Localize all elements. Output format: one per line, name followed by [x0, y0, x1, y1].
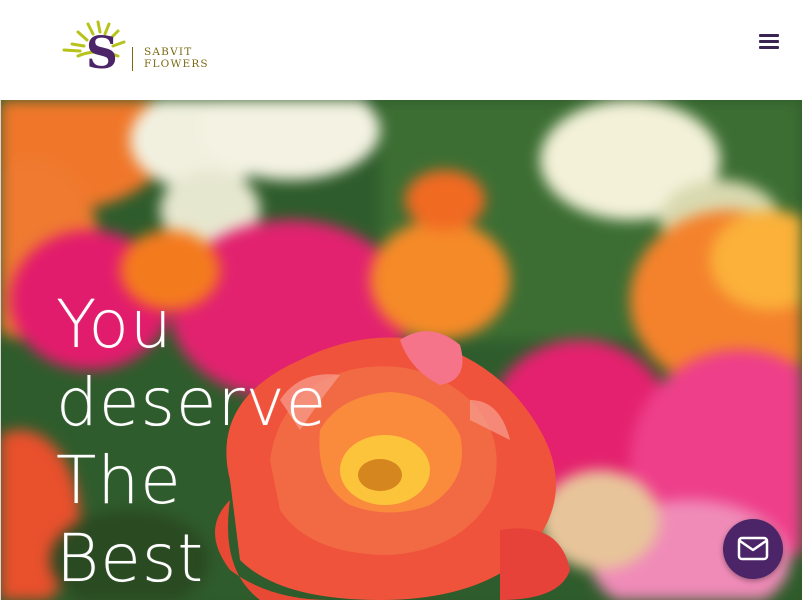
brand-line-1: SABVIT [144, 46, 193, 58]
menu-bar-middle [759, 40, 779, 43]
brand-logo[interactable]: S SABVIT FLOWERS [60, 18, 220, 78]
headline-line-1: You [56, 286, 173, 363]
brand-letter: S [86, 28, 118, 79]
headline-line-2: deserve [56, 364, 328, 441]
menu-bar-top [759, 34, 779, 37]
hero-banner: You deserve The Best [0, 100, 802, 600]
brand-name: SABVIT FLOWERS [132, 46, 209, 71]
headline-line-3: The [56, 442, 182, 519]
page-edge-divider [0, 100, 1, 600]
hamburger-menu-icon[interactable] [750, 26, 788, 54]
contact-mail-button[interactable] [723, 519, 783, 579]
menu-bar-bottom [759, 46, 779, 49]
envelope-icon [737, 536, 769, 561]
site-header: S SABVIT FLOWERS [0, 0, 802, 100]
headline-line-4: Best [56, 520, 205, 597]
logo-divider [132, 47, 133, 71]
hero-headline: You deserve The Best [56, 286, 327, 598]
brand-line-2: FLOWERS [144, 58, 209, 70]
